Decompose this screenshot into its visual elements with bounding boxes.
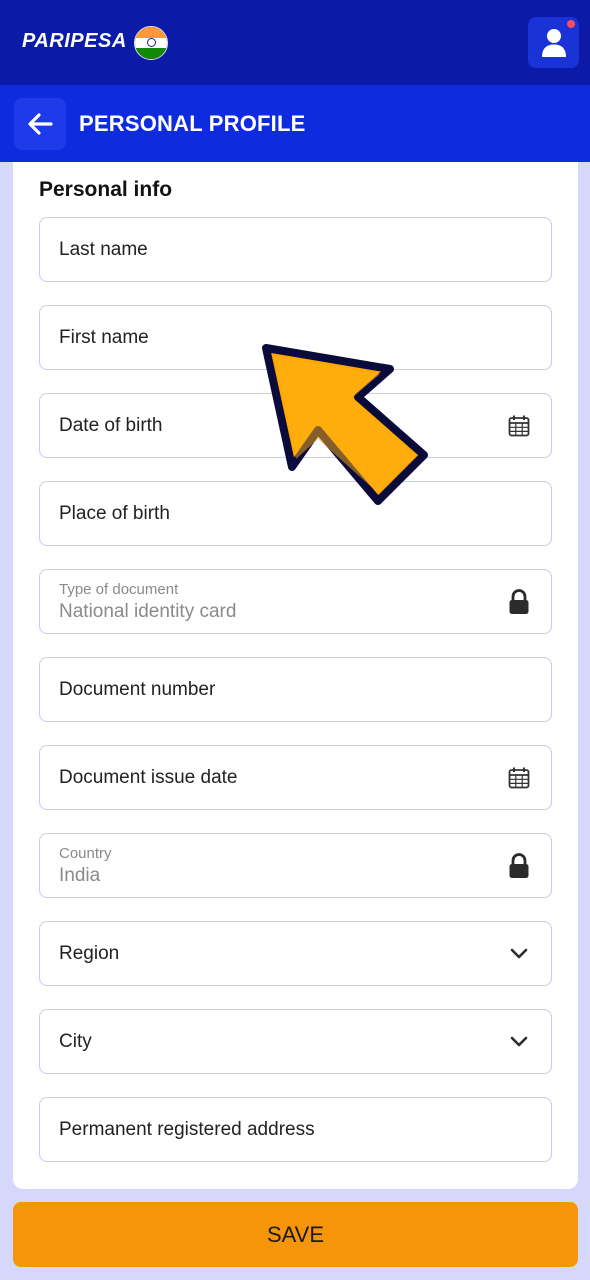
lock-icon (507, 589, 531, 614)
india-flag-icon[interactable] (134, 26, 168, 60)
chevron-down-icon (507, 942, 531, 966)
region-select[interactable]: Region (39, 921, 552, 986)
profile-button[interactable] (528, 17, 579, 68)
document-issue-date-label: Document issue date (59, 767, 238, 788)
last-name-label: Last name (59, 239, 148, 260)
city-label: City (59, 1031, 92, 1052)
last-name-field[interactable]: Last name (39, 217, 552, 282)
save-button[interactable]: SAVE (13, 1202, 578, 1267)
page-title: PERSONAL PROFILE (79, 111, 306, 136)
country-value: India (59, 865, 101, 886)
city-select[interactable]: City (39, 1009, 552, 1074)
user-icon (541, 28, 566, 57)
notification-dot (567, 20, 575, 28)
chevron-down-icon (507, 1030, 531, 1054)
calendar-icon[interactable] (507, 766, 531, 790)
document-type-value: National identity card (59, 601, 237, 622)
permanent-address-field[interactable]: Permanent registered address (39, 1097, 552, 1162)
document-issue-date-field[interactable]: Document issue date (39, 745, 552, 810)
document-type-label: Type of document (59, 581, 179, 598)
calendar-icon[interactable] (507, 414, 531, 438)
region-label: Region (59, 943, 120, 964)
date-of-birth-label: Date of birth (59, 415, 163, 436)
page-header: PERSONAL PROFILE (0, 85, 590, 162)
country-field: Country India (39, 833, 552, 898)
country-label: Country (59, 845, 112, 862)
lock-icon (507, 853, 531, 878)
section-title: Personal info (39, 178, 173, 201)
document-number-field[interactable]: Document number (39, 657, 552, 722)
document-number-label: Document number (59, 679, 216, 700)
first-name-label: First name (59, 327, 149, 348)
back-button[interactable] (14, 98, 66, 150)
place-of-birth-label: Place of birth (59, 503, 170, 524)
top-bar: PARIPESA (0, 0, 590, 85)
document-type-field: Type of document National identity card (39, 569, 552, 634)
arrow-left-icon (28, 113, 53, 135)
pointer-arrow-icon (262, 344, 428, 505)
permanent-address-label: Permanent registered address (59, 1119, 315, 1140)
brand-logo[interactable]: PARIPESA (22, 30, 127, 53)
